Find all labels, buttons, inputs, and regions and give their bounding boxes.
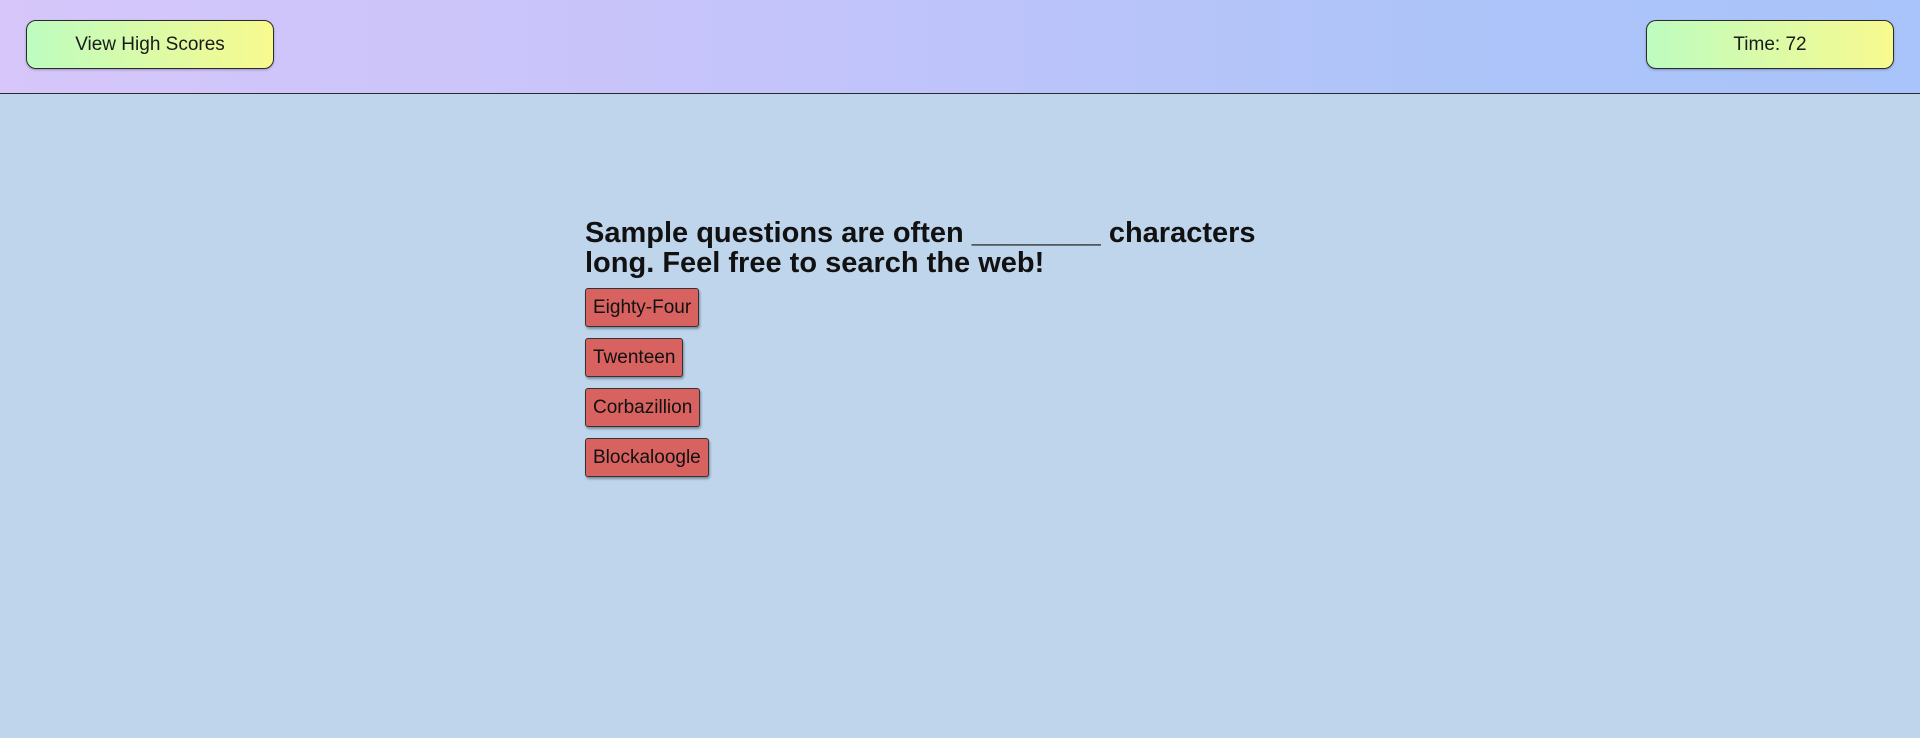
answer-list: Eighty-Four Twenteen Corbazillion Blocka… [585,288,1305,477]
header-bar: View High Scores Time: 72 [0,0,1920,94]
answer-button-2[interactable]: Twenteen [585,338,684,377]
answer-button-1[interactable]: Eighty-Four [585,288,700,327]
quiz-container: Sample questions are often ________ char… [585,218,1305,477]
answer-button-4[interactable]: Blockaloogle [585,438,709,477]
question-text: Sample questions are often ________ char… [585,217,1256,279]
timer-display: Time: 72 [1646,20,1894,69]
answer-button-3[interactable]: Corbazillion [585,388,701,427]
view-high-scores-button[interactable]: View High Scores [26,20,274,69]
